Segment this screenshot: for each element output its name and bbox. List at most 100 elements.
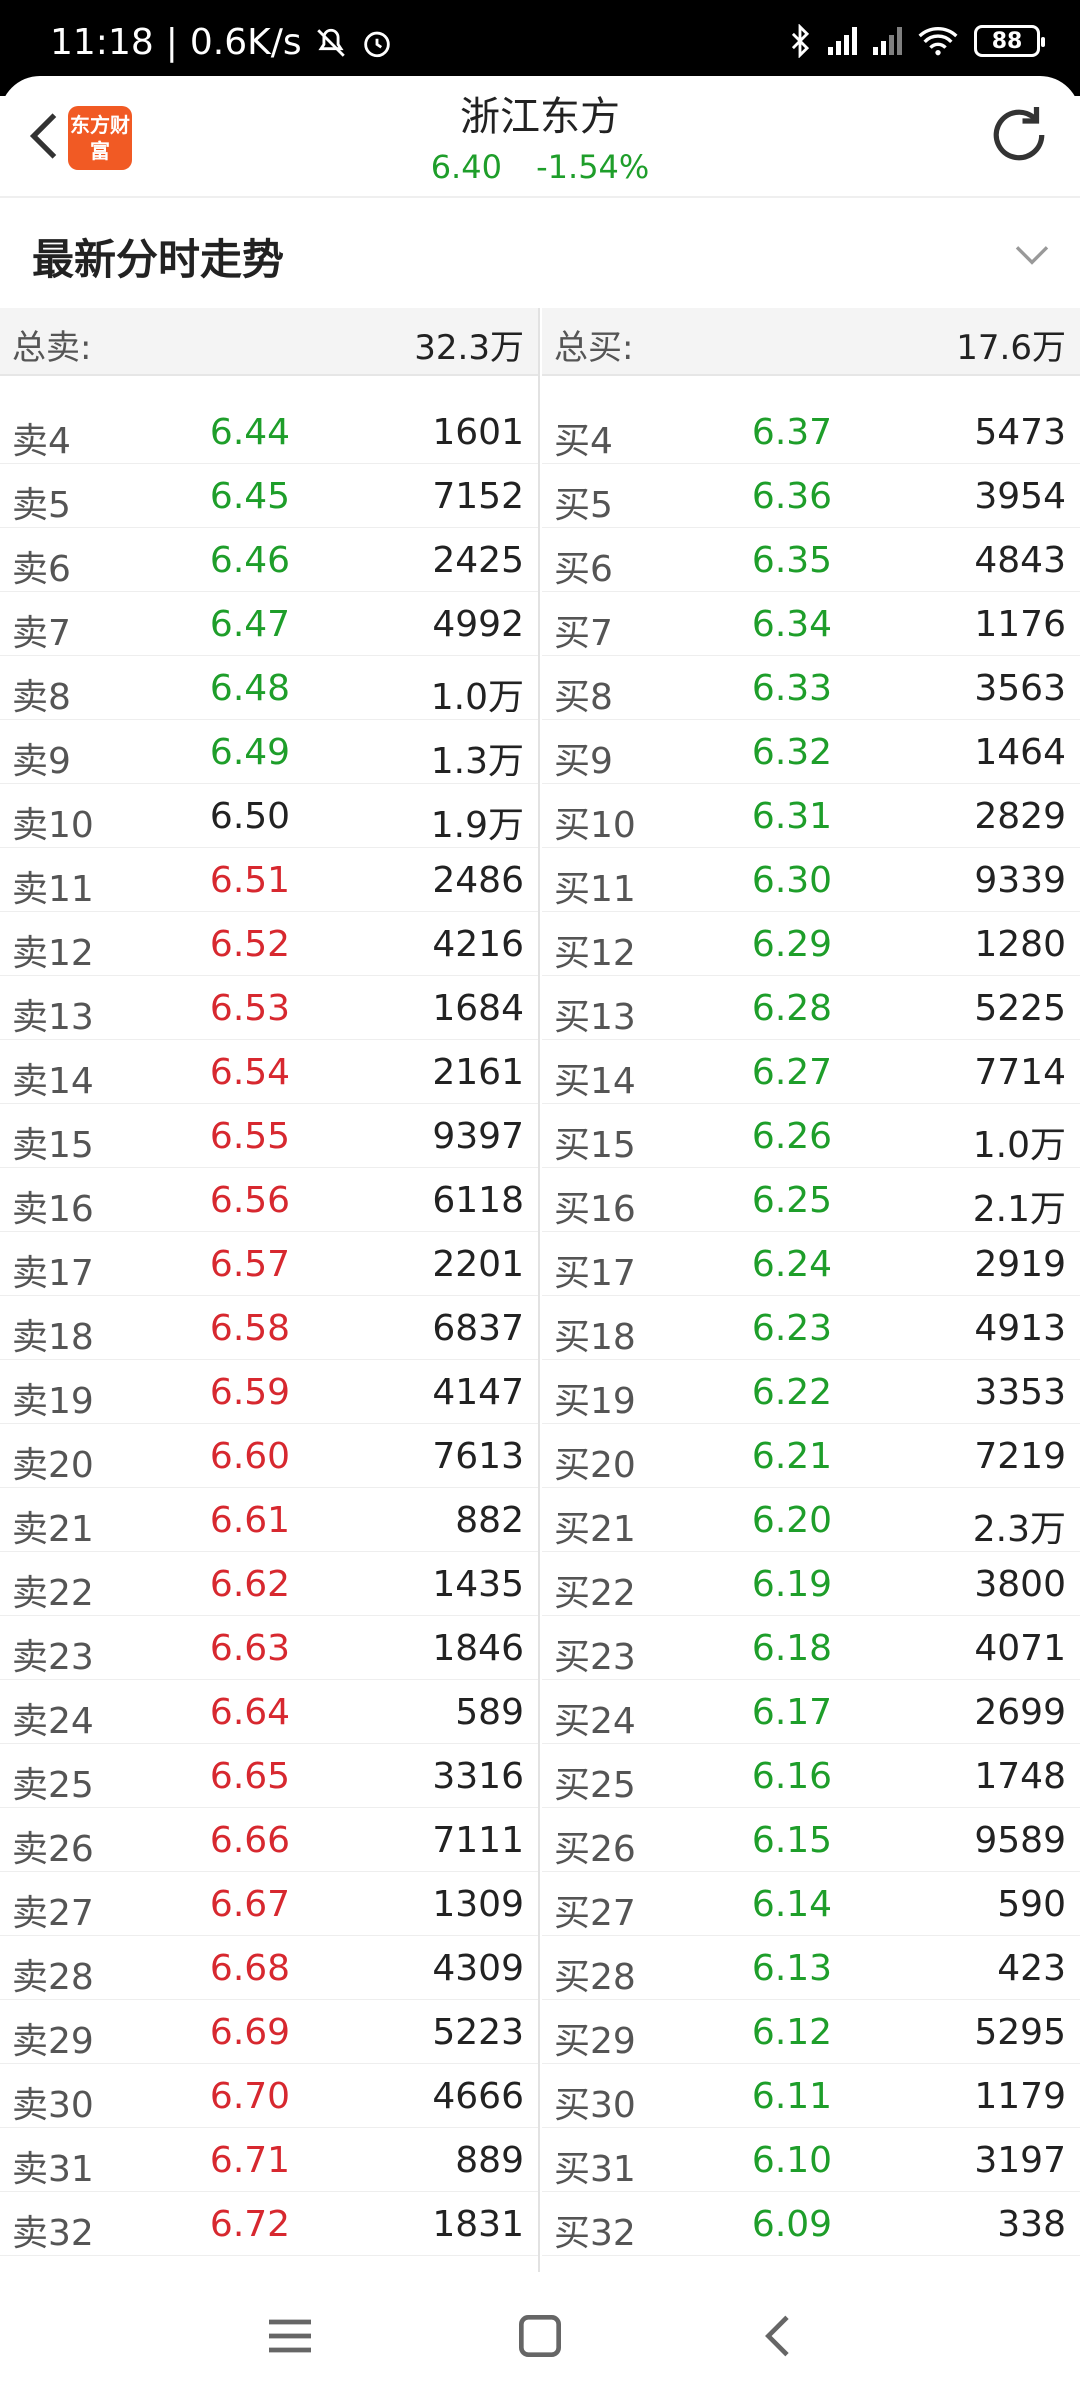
- buy-price: 6.21: [751, 1436, 833, 1477]
- sell-row[interactable]: 卖16 6.56 6118: [0, 1168, 538, 1232]
- buy-row[interactable]: 买4 6.37 5473: [542, 400, 1080, 464]
- sell-row[interactable]: 卖17 6.57 2201: [0, 1232, 538, 1296]
- buy-row[interactable]: 买7 6.34 1176: [542, 592, 1080, 656]
- buy-row[interactable]: 买5 6.36 3954: [542, 464, 1080, 528]
- nav-back-icon[interactable]: [752, 2308, 808, 2364]
- buy-price: 6.13: [751, 1948, 833, 1989]
- sell-row[interactable]: 卖30 6.70 4666: [0, 2064, 538, 2128]
- order-book[interactable]: 总卖: 32.3万 卖4 6.44 1601 卖5 6.45 7152 卖6 6.46 2425…: [0, 308, 1080, 2272]
- sell-row[interactable]: 卖18 6.58 6837: [0, 1296, 538, 1360]
- mute-notification-icon: [316, 28, 345, 57]
- refresh-icon[interactable]: [984, 100, 1054, 170]
- sell-price: 6.58: [209, 1308, 291, 1349]
- buy-row[interactable]: 买13 6.28 5225: [542, 976, 1080, 1040]
- buy-row[interactable]: 买11 6.30 9339: [542, 848, 1080, 912]
- sell-row[interactable]: 卖27 6.67 1309: [0, 1872, 538, 1936]
- sell-row[interactable]: 卖9 6.49 1.3万: [0, 720, 538, 784]
- sell-row[interactable]: 卖5 6.45 7152: [0, 464, 538, 528]
- buy-row[interactable]: 买31 6.10 3197: [542, 2128, 1080, 2192]
- sell-level: 卖32: [12, 2213, 94, 2254]
- sell-row[interactable]: 卖10 6.50 1.9万: [0, 784, 538, 848]
- buy-volume: 7714: [974, 1052, 1066, 1093]
- sell-row[interactable]: 卖31 6.71 889: [0, 2128, 538, 2192]
- sell-volume: 7613: [432, 1436, 524, 1477]
- buy-row[interactable]: 买20 6.21 7219: [542, 1424, 1080, 1488]
- buy-row[interactable]: 买8 6.33 3563: [542, 656, 1080, 720]
- sell-row[interactable]: 卖25 6.65 3316: [0, 1744, 538, 1808]
- sell-row[interactable]: 卖7 6.47 4992: [0, 592, 538, 656]
- buy-row[interactable]: 买15 6.26 1.0万: [542, 1104, 1080, 1168]
- buy-row[interactable]: 买30 6.11 1179: [542, 2064, 1080, 2128]
- sell-gap: [0, 376, 538, 400]
- sell-row[interactable]: 卖24 6.64 589: [0, 1680, 538, 1744]
- buy-row[interactable]: 买12 6.29 1280: [542, 912, 1080, 976]
- buy-volume: 4913: [974, 1308, 1066, 1349]
- sell-row[interactable]: 卖6 6.46 2425: [0, 528, 538, 592]
- menu-icon[interactable]: [262, 2308, 318, 2364]
- buy-price: 6.29: [751, 924, 833, 965]
- buy-totals: 总买: 17.6万: [542, 308, 1080, 376]
- sell-price: 6.46: [209, 540, 291, 581]
- buy-row[interactable]: 买24 6.17 2699: [542, 1680, 1080, 1744]
- buy-price: 6.34: [751, 604, 833, 645]
- sell-row[interactable]: 卖15 6.55 9397: [0, 1104, 538, 1168]
- buy-row[interactable]: 买19 6.22 3353: [542, 1360, 1080, 1424]
- sell-level: 卖7: [12, 613, 71, 654]
- chevron-down-icon[interactable]: [1012, 234, 1052, 274]
- sell-row[interactable]: 卖29 6.69 5223: [0, 2000, 538, 2064]
- sell-volume: 6118: [432, 1180, 524, 1221]
- sell-row[interactable]: 卖22 6.62 1435: [0, 1552, 538, 1616]
- buy-row[interactable]: 买28 6.13 423: [542, 1936, 1080, 2000]
- timeshare-section-header[interactable]: 最新分时走势: [0, 198, 1080, 308]
- sell-level: 卖21: [12, 1509, 94, 1550]
- buy-row[interactable]: 买26 6.15 9589: [542, 1808, 1080, 1872]
- buy-row[interactable]: 买25 6.16 1748: [542, 1744, 1080, 1808]
- sell-row[interactable]: 卖26 6.66 7111: [0, 1808, 538, 1872]
- buy-row[interactable]: 买22 6.19 3800: [542, 1552, 1080, 1616]
- sell-row[interactable]: 卖14 6.54 2161: [0, 1040, 538, 1104]
- buy-volume: 2.3万: [972, 1509, 1066, 1550]
- buy-price: 6.10: [751, 2140, 833, 2181]
- sell-volume: 5223: [432, 2012, 524, 2053]
- sell-row[interactable]: 卖12 6.52 4216: [0, 912, 538, 976]
- buy-row[interactable]: 买21 6.20 2.3万: [542, 1488, 1080, 1552]
- buy-row[interactable]: 买32 6.09 338: [542, 2192, 1080, 2256]
- sell-row[interactable]: 卖23 6.63 1846: [0, 1616, 538, 1680]
- sell-price: 6.70: [209, 2076, 291, 2117]
- buy-row[interactable]: 买10 6.31 2829: [542, 784, 1080, 848]
- sell-level: 卖26: [12, 1829, 94, 1870]
- bluetooth-icon: [791, 24, 810, 58]
- stock-change: -1.54%: [536, 148, 650, 186]
- signal-1-icon: [828, 27, 857, 55]
- buy-level: 买23: [554, 1637, 636, 1678]
- home-icon[interactable]: [512, 2308, 568, 2364]
- buy-row[interactable]: 买17 6.24 2919: [542, 1232, 1080, 1296]
- sell-row[interactable]: 卖8 6.48 1.0万: [0, 656, 538, 720]
- sell-row[interactable]: 卖19 6.59 4147: [0, 1360, 538, 1424]
- buy-row[interactable]: 买6 6.35 4843: [542, 528, 1080, 592]
- sell-row[interactable]: 卖20 6.60 7613: [0, 1424, 538, 1488]
- buy-price: 6.20: [751, 1500, 833, 1541]
- sell-row[interactable]: 卖11 6.51 2486: [0, 848, 538, 912]
- buy-level: 买15: [554, 1125, 636, 1166]
- sell-level: 卖30: [12, 2085, 94, 2126]
- buy-price: 6.28: [751, 988, 833, 1029]
- buy-row[interactable]: 买18 6.23 4913: [542, 1296, 1080, 1360]
- buy-row[interactable]: 买14 6.27 7714: [542, 1040, 1080, 1104]
- buy-level: 买4: [554, 421, 613, 462]
- sell-price: 6.47: [209, 604, 291, 645]
- sell-price: 6.49: [209, 732, 291, 773]
- sell-row[interactable]: 卖13 6.53 1684: [0, 976, 538, 1040]
- sell-row[interactable]: 卖28 6.68 4309: [0, 1936, 538, 2000]
- buy-price: 6.17: [751, 1692, 833, 1733]
- sell-level: 卖15: [12, 1125, 94, 1166]
- buy-row[interactable]: 买23 6.18 4071: [542, 1616, 1080, 1680]
- sell-row[interactable]: 卖32 6.72 1831: [0, 2192, 538, 2256]
- buy-row[interactable]: 买29 6.12 5295: [542, 2000, 1080, 2064]
- sell-row[interactable]: 卖21 6.61 882: [0, 1488, 538, 1552]
- sell-volume: 1309: [432, 1884, 524, 1925]
- buy-row[interactable]: 买16 6.25 2.1万: [542, 1168, 1080, 1232]
- buy-row[interactable]: 买27 6.14 590: [542, 1872, 1080, 1936]
- sell-row[interactable]: 卖4 6.44 1601: [0, 400, 538, 464]
- buy-row[interactable]: 买9 6.32 1464: [542, 720, 1080, 784]
